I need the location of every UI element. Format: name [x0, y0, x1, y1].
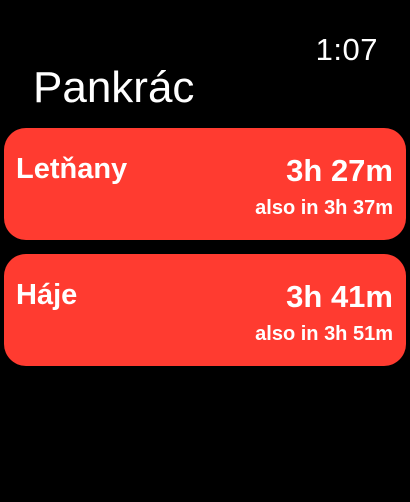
- station-title: Pankrác: [33, 63, 195, 112]
- departure-destination: Háje: [16, 279, 78, 311]
- departure-time: 3h 27m: [286, 153, 393, 188]
- departure-row-letnany[interactable]: Letňany 3h 27m also in 3h 37m: [4, 128, 406, 240]
- departure-next-time: also in 3h 51m: [255, 323, 393, 345]
- departure-destination: Letňany: [16, 153, 128, 185]
- clock-time: 1:07: [315, 32, 378, 67]
- departure-list: Letňany 3h 27m also in 3h 37m Háje 3h 41…: [4, 128, 406, 380]
- departure-row-haje[interactable]: Háje 3h 41m also in 3h 51m: [4, 254, 406, 366]
- departure-time: 3h 41m: [286, 279, 393, 314]
- departure-next-time: also in 3h 37m: [255, 197, 393, 219]
